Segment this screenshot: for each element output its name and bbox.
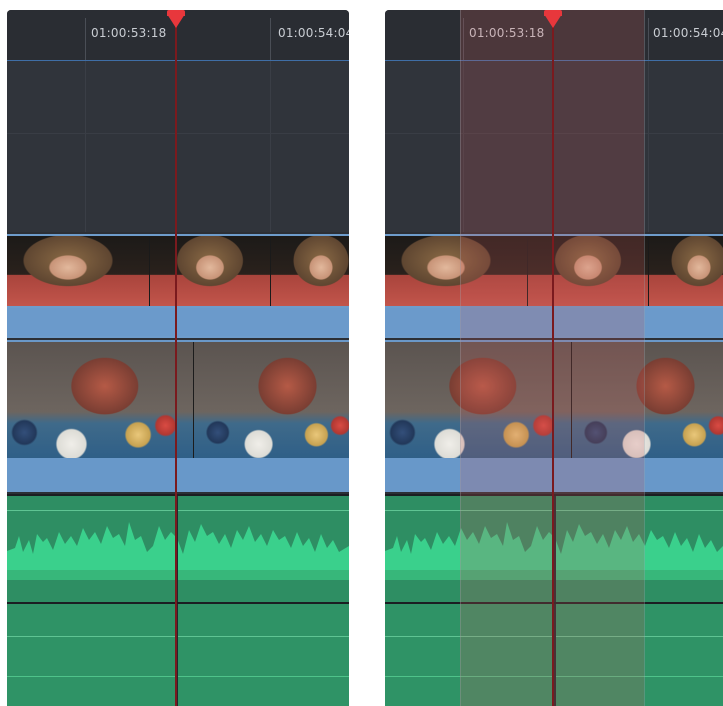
- thumbnail: [194, 342, 349, 458]
- clip-thumbnails: [7, 236, 349, 306]
- empty-video-track[interactable]: [7, 61, 349, 232]
- timecode-label: 01:00:53:18: [91, 26, 167, 40]
- playhead[interactable]: [552, 10, 554, 706]
- video-clip-billiards[interactable]: [7, 340, 349, 492]
- ruler-tick: [85, 18, 86, 60]
- grid-line: [7, 133, 349, 134]
- thumbnail: [7, 236, 150, 306]
- ruler-tick: [648, 18, 649, 60]
- playhead-marker-icon[interactable]: [167, 14, 185, 28]
- timeline-panel-without-range[interactable]: 01:00:53:18 01:00:54:04: [7, 10, 349, 706]
- audio-waveform-flat: [7, 676, 349, 677]
- in-point-edge[interactable]: [460, 10, 461, 706]
- timecode-label: 01:00:54:04: [653, 26, 723, 40]
- clip-thumbnails: [7, 342, 349, 458]
- clip-body: [7, 458, 349, 490]
- grid-line: [270, 61, 271, 232]
- audio-baseline: [7, 570, 349, 580]
- audio-clip-1[interactable]: [7, 494, 349, 602]
- audio-waveform: [7, 522, 349, 580]
- audio-level-line: [7, 636, 349, 637]
- thumbnail: [649, 236, 723, 306]
- ruler-tick: [270, 18, 271, 60]
- playhead[interactable]: [175, 10, 177, 706]
- video-clip-portrait[interactable]: [7, 234, 349, 338]
- grid-line: [648, 61, 649, 232]
- out-point-edge[interactable]: [644, 10, 645, 706]
- clip-body: [7, 308, 349, 336]
- thumbnail: [7, 342, 194, 458]
- timeline-panel-with-range[interactable]: 01:00:53:18 01:00:54:04: [385, 10, 723, 706]
- timecode-label: 01:00:54:04: [278, 26, 349, 40]
- audio-clip-2[interactable]: [7, 602, 349, 706]
- grid-line: [85, 61, 86, 232]
- thumbnail: [150, 236, 271, 306]
- playhead-marker-icon[interactable]: [544, 14, 562, 28]
- thumbnail: [271, 236, 349, 306]
